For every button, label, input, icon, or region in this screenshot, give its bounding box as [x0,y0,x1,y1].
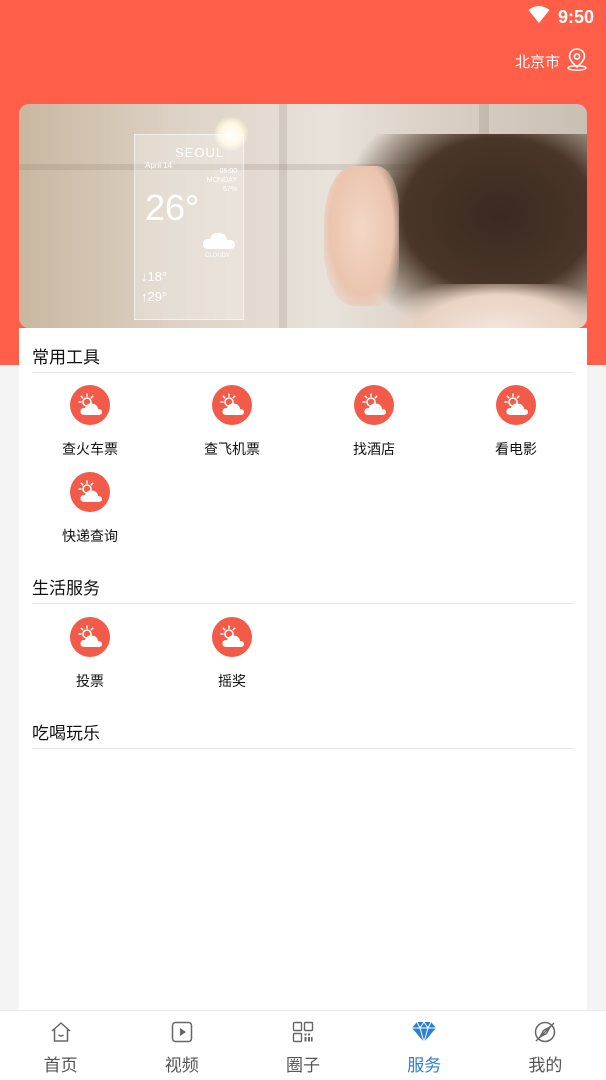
compass-icon [532,1019,558,1045]
weather-time: 05:00 [219,168,237,175]
tool-watch-movie[interactable]: 看电影 [445,385,587,459]
weather-widget: SEOUL April 14 05:00 MONDAY 57% 26° CLOU… [134,134,244,320]
partly-cloudy-icon [496,385,536,425]
portrait-face [324,166,399,306]
location-city: 北京市 [514,52,560,71]
tool-label: 找酒店 [353,442,395,458]
divider [32,372,574,373]
status-time: 9:50 [557,6,594,27]
weather-condition: CLOUDY [205,253,231,259]
tab-label: 视频 [164,1056,199,1076]
home-icon [48,1019,74,1045]
tab-services[interactable]: 服务 [364,1011,485,1080]
tool-label: 快递查询 [62,529,118,545]
location-pin-icon [566,47,588,75]
tool-label: 查飞机票 [204,442,260,458]
divider [32,603,574,604]
bottom-tab-bar: 首页 视频 圈子 服务 我的 [0,1010,606,1080]
weather-date: April 14 [145,161,173,170]
partly-cloudy-icon [212,617,252,657]
banner-image[interactable]: SEOUL April 14 05:00 MONDAY 57% 26° CLOU… [19,104,587,328]
tab-circle[interactable]: 圈子 [242,1011,363,1080]
weather-humidity: 57% [222,186,237,193]
tool-label: 看电影 [495,442,537,458]
video-play-icon [169,1019,195,1045]
weather-high: ↑29° [141,289,168,304]
weather-city: SEOUL [175,145,225,160]
tab-label: 圈子 [286,1056,320,1076]
tool-flight-tickets[interactable]: 查飞机票 [161,385,303,459]
weather-low: ↓18° [141,269,168,284]
tool-express-tracking[interactable]: 快递查询 [19,472,161,546]
weather-temperature: 26° [145,187,200,228]
status-bar: 9:50 [0,0,606,36]
diamond-icon [411,1019,437,1045]
tab-video[interactable]: 视频 [121,1011,242,1080]
tool-vote[interactable]: 投票 [19,617,161,691]
qr-grid-icon [290,1019,316,1045]
tab-label: 我的 [528,1056,563,1076]
partly-cloudy-icon [70,385,110,425]
tool-lottery[interactable]: 摇奖 [161,617,303,691]
partly-cloudy-icon [70,472,110,512]
partly-cloudy-icon [212,385,252,425]
tab-label: 服务 [407,1056,442,1076]
partly-cloudy-icon [354,385,394,425]
weather-time-block: 05:00 MONDAY 57% [207,167,237,194]
tool-find-hotel[interactable]: 找酒店 [303,385,445,459]
tool-train-tickets[interactable]: 查火车票 [19,385,161,459]
section-title-common-tools: 常用工具 [32,348,100,368]
status-indicators: 9:50 [528,5,594,29]
tab-home[interactable]: 首页 [0,1011,121,1080]
tab-label: 首页 [43,1056,78,1076]
location-selector[interactable]: 北京市 [515,48,588,74]
weather-weekday: MONDAY [206,177,237,184]
tool-label: 查火车票 [62,442,118,458]
cloud-icon [201,229,237,256]
wifi-icon [528,5,550,29]
background-shelf [279,104,287,328]
section-title-life-services: 生活服务 [32,579,100,599]
section-title-food-fun: 吃喝玩乐 [32,724,100,744]
services-card: 常用工具 查火车票 查飞机票 找酒店 看电影 快递查询 生活服务 投票 摇奖 吃… [19,328,587,1010]
tool-label: 投票 [76,674,104,690]
tab-mine[interactable]: 我的 [485,1011,606,1080]
partly-cloudy-icon [70,617,110,657]
portrait-shoulder [399,284,587,328]
tool-label: 摇奖 [218,674,246,690]
divider [32,748,574,749]
